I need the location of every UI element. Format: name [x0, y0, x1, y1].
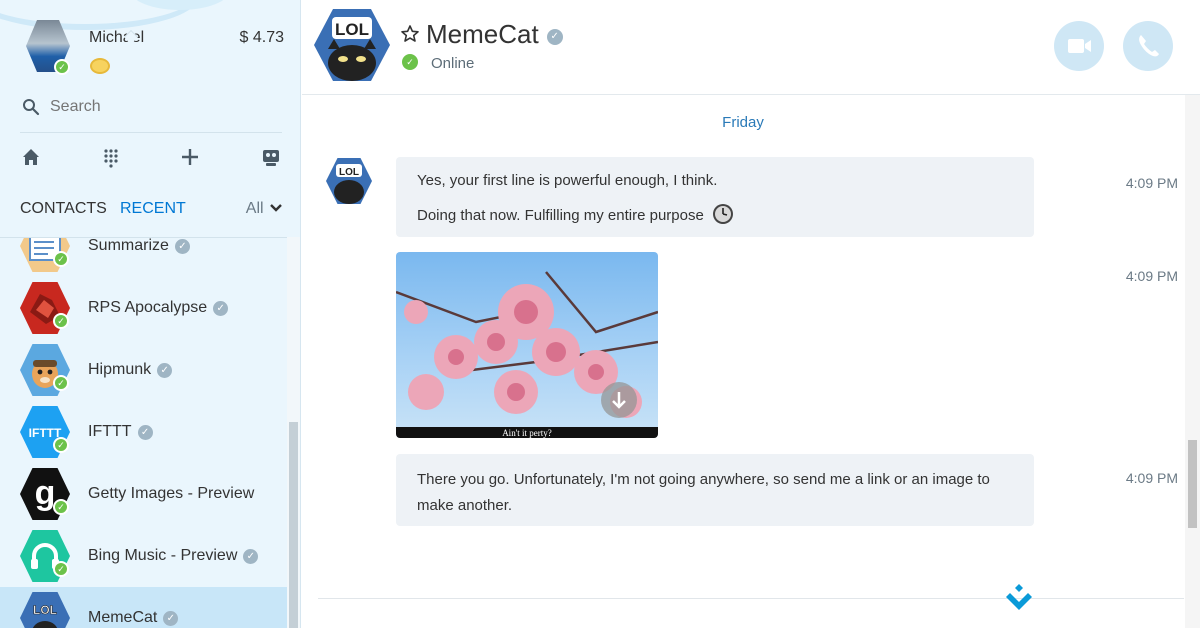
- filter-label: All: [245, 200, 264, 217]
- audio-call-button[interactable]: [1123, 21, 1173, 71]
- contact-name: Getty Images - Preview: [88, 485, 255, 502]
- sidebar: ✓ Michael $ 4.73 Search CONTACTS RECENT …: [0, 0, 301, 628]
- contact-list: ✓ Summarize ✓ ✓ RPS Apocalypse ✓ ✓ Hipmunk…: [0, 237, 287, 628]
- dialpad-icon[interactable]: [100, 146, 122, 168]
- search-input[interactable]: [50, 98, 270, 116]
- conversation-header: LOL MemeCat ✓ ✓ Online: [302, 0, 1200, 95]
- day-separator: Friday: [722, 114, 764, 131]
- verified-icon: ✓: [157, 363, 173, 378]
- contact-name: Bing Music - Preview ✓: [88, 547, 259, 565]
- presence-status: Online: [431, 55, 475, 72]
- bots-icon[interactable]: [260, 146, 282, 168]
- avatar-label: LOL: [33, 603, 57, 617]
- scrollbar-thumb[interactable]: [1188, 440, 1197, 528]
- avatar[interactable]: LOL: [314, 9, 390, 81]
- sidebar-toolbar: [20, 146, 282, 172]
- avatar: LOL: [20, 592, 70, 628]
- video-call-button[interactable]: [1054, 21, 1104, 71]
- star-icon[interactable]: [400, 24, 420, 44]
- presence-online-icon: ✓: [402, 54, 418, 70]
- contact-name: IFTTT ✓: [88, 423, 153, 441]
- contact-tabs: CONTACTS RECENT All: [20, 200, 282, 222]
- presence-online-icon: ✓: [53, 437, 69, 453]
- message-text: Yes, your first line is powerful enough,…: [417, 172, 718, 189]
- conversation-pane: LOL MemeCat ✓ ✓ Online Friday LOL Yes, y…: [302, 0, 1200, 628]
- message-text: Doing that now. Fulfilling my entire pur…: [417, 203, 734, 225]
- presence-online-icon: ✓: [53, 313, 69, 329]
- message-bubble[interactable]: There you go. Unfortunately, I'm not goi…: [396, 454, 1034, 526]
- divider: [20, 132, 282, 133]
- list-item[interactable]: ✓ RPS Apocalypse ✓: [0, 277, 287, 339]
- verified-icon: ✓: [243, 549, 259, 564]
- tab-recent[interactable]: RECENT: [120, 200, 186, 218]
- presence-online-icon: ✓: [53, 375, 69, 391]
- chevron-down-icon: [270, 204, 282, 212]
- contact-name: Summarize ✓: [88, 238, 190, 255]
- filter-dropdown[interactable]: All: [246, 200, 282, 218]
- message-timestamp: 4:09 PM: [1125, 268, 1178, 284]
- list-item[interactable]: ✓ Hipmunk ✓: [0, 339, 287, 401]
- list-item[interactable]: LOL MemeCat ✓: [0, 587, 287, 628]
- presence-online-icon: ✓: [53, 561, 69, 577]
- bot-logo-icon: [1006, 584, 1032, 610]
- contact-name: MemeCat ✓: [88, 609, 179, 627]
- avatar-label: LOL: [335, 20, 369, 39]
- profile-panel[interactable]: ✓ Michael $ 4.73: [26, 20, 284, 80]
- phone-icon: [1139, 35, 1159, 57]
- list-item[interactable]: ✓ Bing Music - Preview ✓: [0, 525, 287, 587]
- message-bubble[interactable]: Yes, your first line is powerful enough,…: [396, 157, 1034, 237]
- skype-credit[interactable]: $ 4.73: [240, 29, 284, 47]
- contact-name: Hipmunk ✓: [88, 361, 173, 379]
- scrollbar-thumb[interactable]: [289, 422, 298, 628]
- contact-name: RPS Apocalypse ✓: [88, 299, 229, 317]
- message-timestamp: 4:09 PM: [1125, 175, 1178, 191]
- verified-icon: ✓: [213, 301, 229, 316]
- presence-online-icon: ✓: [53, 499, 69, 515]
- avatar-label: LOL: [339, 167, 359, 178]
- video-camera-icon: [1068, 39, 1091, 53]
- avatar[interactable]: LOL: [326, 158, 372, 204]
- presence-online-icon: ✓: [53, 251, 69, 267]
- message-text: There you go. Unfortunately, I'm not goi…: [417, 471, 990, 514]
- image-caption: Ain't it perty?: [396, 427, 658, 438]
- list-item[interactable]: g ✓ Getty Images - Preview: [0, 463, 287, 525]
- search-bar[interactable]: [20, 96, 282, 120]
- home-icon[interactable]: [20, 146, 42, 168]
- conversation-scrollbar[interactable]: [1185, 95, 1200, 628]
- conversation-title: MemeCat ✓: [426, 19, 563, 50]
- search-icon: [23, 99, 40, 116]
- download-button[interactable]: [601, 382, 637, 418]
- tab-contacts[interactable]: CONTACTS: [20, 200, 107, 218]
- verified-icon: ✓: [546, 29, 563, 45]
- mood-emoticon-icon[interactable]: [90, 58, 110, 74]
- clock-icon: [713, 204, 733, 224]
- verified-icon: ✓: [174, 239, 190, 254]
- message-timestamp: 4:09 PM: [1125, 470, 1178, 486]
- list-item[interactable]: ✓ Summarize ✓: [0, 238, 287, 277]
- list-item[interactable]: IFTTT ✓ IFTTT ✓: [0, 401, 287, 463]
- download-icon: [612, 392, 626, 409]
- presence-online-icon: ✓: [54, 59, 70, 75]
- sidebar-scrollbar[interactable]: [287, 237, 300, 628]
- image-message[interactable]: Ain't it perty?: [396, 252, 658, 438]
- verified-icon: ✓: [163, 611, 179, 626]
- compose-divider: [318, 598, 1184, 599]
- verified-icon: ✓: [137, 425, 153, 440]
- add-icon[interactable]: [179, 146, 201, 168]
